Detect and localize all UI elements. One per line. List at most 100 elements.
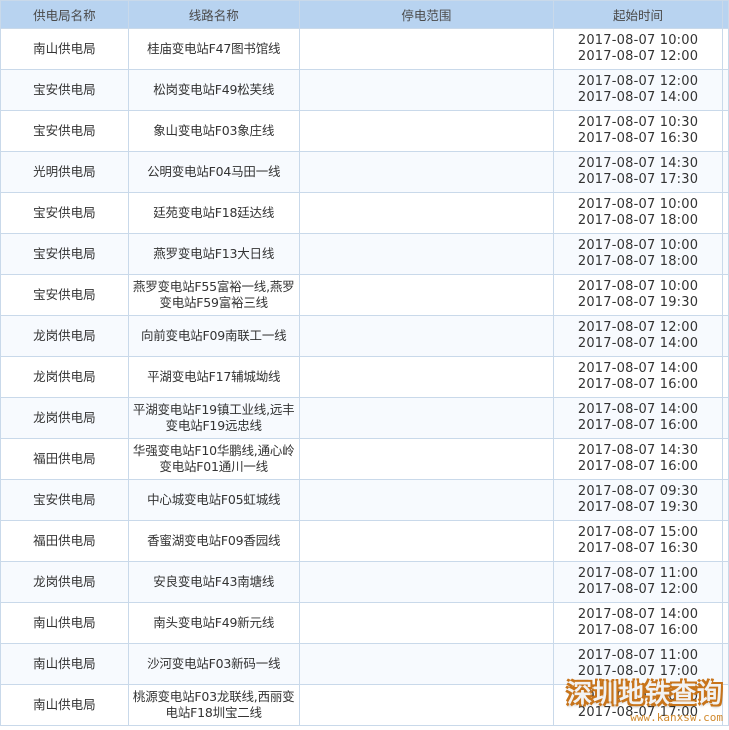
cell-bureau: 光明供电局 [0,151,129,193]
end-time: 2017-08-07 18:00 [577,213,699,228]
cell-overflow [721,233,729,275]
table-body: 南山供电局 桂庙变电站F47图书馆线 2017-08-07 10:00 2017-08… [0,28,729,726]
cell-overflow [721,684,729,726]
cell-overflow [721,438,729,480]
table-row: 龙岗供电局 安良变电站F43南塘线 2017-08-07 11:00 2017-08-… [0,561,729,603]
start-time: 2017-08-07 10:00 [577,279,699,294]
cell-outage-range [298,561,555,603]
start-time: 2017-08-07 10:30 [577,115,699,130]
end-time: 2017-08-07 16:00 [577,459,699,474]
cell-bureau: 南山供电局 [0,643,129,685]
cell-time: 2017-08-07 10:00 2017-08-07 19:30 [553,274,723,316]
cell-line-name: 沙河变电站F03新码一线 [127,643,300,685]
cell-overflow [721,602,729,644]
cell-time: 2017-08-07 12:00 2017-08-07 14:00 [553,69,723,111]
cell-bureau: 南山供电局 [0,684,129,726]
cell-overflow [721,192,729,234]
start-time: 2017-08-07 14:00 [577,402,699,417]
table-row: 宝安供电局 廷苑变电站F18廷达线 2017-08-07 10:00 2017-08-… [0,192,729,234]
header-range: 停电范围 [298,0,555,29]
cell-time: 2017-08-07 11:00 2017-08-07 17:00 [553,643,723,685]
start-time: 2017-08-07 11:00 [577,566,699,581]
cell-bureau: 南山供电局 [0,28,129,70]
cell-time: 2017-08-07 14:00 2017-08-07 16:00 [553,356,723,398]
cell-outage-range [298,69,555,111]
table-row: 福田供电局 华强变电站F10华鹏线,通心岭变电站F01通川一线 2017-08-07… [0,438,729,480]
cell-overflow [721,479,729,521]
cell-time: 2017-08-07 11:00 2017-08-07 12:00 [553,561,723,603]
cell-bureau: 宝安供电局 [0,233,129,275]
table-row: 宝安供电局 象山变电站F03象庄线 2017-08-07 10:30 2017-08-… [0,110,729,152]
start-time: 2017-08-07 14:00 [577,607,699,622]
table-row: 龙岗供电局 平湖变电站F19镇工业线,远丰变电站F19远忠线 2017-08-07 … [0,397,729,439]
cell-line-name: 燕罗变电站F13大日线 [127,233,300,275]
end-time: 2017-08-07 16:00 [577,418,699,433]
cell-outage-range [298,315,555,357]
table-row: 宝安供电局 燕罗变电站F13大日线 2017-08-07 10:00 2017-08-… [0,233,729,275]
cell-outage-range [298,520,555,562]
cell-line-name: 象山变电站F03象庄线 [127,110,300,152]
cell-line-name: 安良变电站F43南塘线 [127,561,300,603]
start-time: 2017-08-07 15:00 [577,525,699,540]
table-row: 南山供电局 南头变电站F49新元线 2017-08-07 14:00 2017-08-… [0,602,729,644]
end-time: 2017-08-07 12:00 [577,49,699,64]
cell-outage-range [298,643,555,685]
cell-line-name: 桃源变电站F03龙联线,西丽变电站F18圳宝二线 [127,684,300,726]
end-time: 2017-08-07 16:30 [577,541,699,556]
cell-bureau: 宝安供电局 [0,192,129,234]
start-time: 2017-08-07 14:30 [577,443,699,458]
cell-line-name: 松岗变电站F49松芙线 [127,69,300,111]
cell-outage-range [298,192,555,234]
end-time: 2017-08-07 17:00 [577,664,699,679]
header-bureau: 供电局名称 [0,0,129,29]
end-time: 2017-08-07 16:00 [577,623,699,638]
table-row: 光明供电局 公明变电站F04马田一线 2017-08-07 14:30 2017-08… [0,151,729,193]
outage-table: 供电局名称 线路名称 停电范围 起始时间 南山供电局 桂庙变电站F47图书馆线 20… [0,0,729,726]
cell-time: 2017-08-07 12:00 2017-08-07 14:00 [553,315,723,357]
cell-bureau: 龙岗供电局 [0,561,129,603]
cell-line-name: 中心城变电站F05虹城线 [127,479,300,521]
header-line: 线路名称 [127,0,300,29]
cell-line-name: 平湖变电站F19镇工业线,远丰变电站F19远忠线 [127,397,300,439]
cell-bureau: 福田供电局 [0,520,129,562]
table-row: 南山供电局 桃源变电站F03龙联线,西丽变电站F18圳宝二线 2017-08-07 … [0,684,729,726]
end-time: 2017-08-07 19:30 [577,295,699,310]
cell-outage-range [298,274,555,316]
cell-line-name: 燕罗变电站F55富裕一线,燕罗变电站F59富裕三线 [127,274,300,316]
table-row: 南山供电局 沙河变电站F03新码一线 2017-08-07 11:00 2017-08… [0,643,729,685]
cell-outage-range [298,602,555,644]
cell-time: 2017-08-07 10:00 2017-08-07 17:00 [553,684,723,726]
cell-time: 2017-08-07 14:30 2017-08-07 16:00 [553,438,723,480]
cell-outage-range [298,397,555,439]
end-time: 2017-08-07 18:00 [577,254,699,269]
cell-outage-range [298,479,555,521]
cell-time: 2017-08-07 14:00 2017-08-07 16:00 [553,602,723,644]
cell-bureau: 宝安供电局 [0,69,129,111]
end-time: 2017-08-07 17:30 [577,172,699,187]
cell-time: 2017-08-07 10:00 2017-08-07 18:00 [553,233,723,275]
cell-overflow [721,561,729,603]
end-time: 2017-08-07 14:00 [577,336,699,351]
start-time: 2017-08-07 10:00 [577,238,699,253]
cell-time: 2017-08-07 10:30 2017-08-07 16:30 [553,110,723,152]
cell-overflow [721,356,729,398]
table-row: 龙岗供电局 向前变电站F09南联工一线 2017-08-07 12:00 2017-0… [0,315,729,357]
start-time: 2017-08-07 10:00 [577,197,699,212]
cell-line-name: 桂庙变电站F47图书馆线 [127,28,300,70]
cell-overflow [721,28,729,70]
cell-overflow [721,151,729,193]
table-row: 宝安供电局 中心城变电站F05虹城线 2017-08-07 09:30 2017-08… [0,479,729,521]
cell-outage-range [298,233,555,275]
cell-bureau: 龙岗供电局 [0,356,129,398]
start-time: 2017-08-07 14:30 [577,156,699,171]
header-row: 供电局名称 线路名称 停电范围 起始时间 [0,0,729,29]
table-row: 南山供电局 桂庙变电站F47图书馆线 2017-08-07 10:00 2017-08… [0,28,729,70]
cell-time: 2017-08-07 10:00 2017-08-07 12:00 [553,28,723,70]
table-header: 供电局名称 线路名称 停电范围 起始时间 [0,0,729,29]
cell-time: 2017-08-07 10:00 2017-08-07 18:00 [553,192,723,234]
end-time: 2017-08-07 16:30 [577,131,699,146]
cell-overflow [721,69,729,111]
end-time: 2017-08-07 19:30 [577,500,699,515]
cell-time: 2017-08-07 15:00 2017-08-07 16:30 [553,520,723,562]
cell-outage-range [298,356,555,398]
